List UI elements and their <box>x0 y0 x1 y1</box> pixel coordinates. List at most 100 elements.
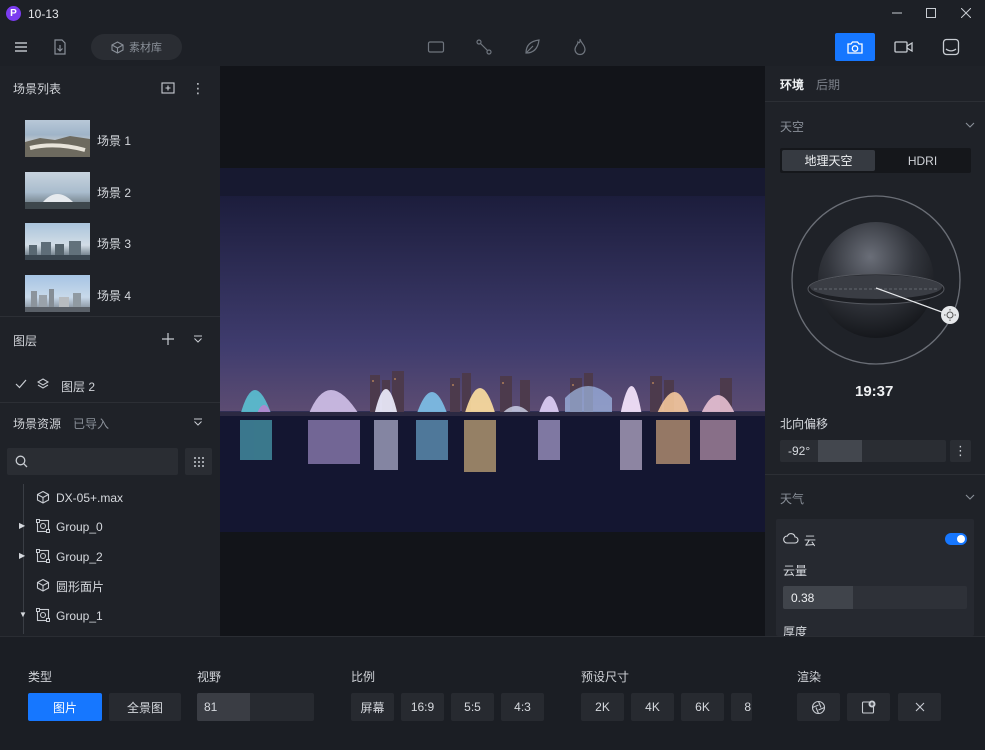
tab-scene-resources[interactable]: 场景资源 <box>13 415 61 432</box>
north-offset-value: -92° <box>788 444 811 458</box>
expand-arrow-icon[interactable]: ▶ <box>19 551 27 561</box>
ratio-5-5-button[interactable]: 5:5 <box>451 693 494 721</box>
fov-label: 视野 <box>197 670 222 684</box>
north-offset-label: 北向偏移 <box>780 417 829 431</box>
divider <box>765 474 985 475</box>
tree-item-label: Group_0 <box>56 520 103 534</box>
menu-icon[interactable] <box>12 38 30 56</box>
scene-thumbnail <box>25 172 90 209</box>
app-logo-icon: P <box>6 6 21 21</box>
grid-view-icon[interactable] <box>185 448 212 475</box>
scene-more-icon[interactable]: ⋮ <box>190 80 206 96</box>
preset-6k-button[interactable]: 6K <box>681 693 724 721</box>
search-icon <box>15 455 28 468</box>
hdri-button[interactable]: HDRI <box>876 150 969 171</box>
tree-item[interactable]: 圆形面片 <box>0 574 220 598</box>
preset-2k-button[interactable]: 2K <box>581 693 624 721</box>
asset-library-label: 素材库 <box>129 42 162 54</box>
cloud-label: 云 <box>804 534 817 548</box>
tree-item[interactable]: ▼ Group_1 <box>0 604 220 628</box>
cloud-toggle[interactable] <box>945 533 967 545</box>
preset-8k-button[interactable]: 8 <box>731 693 752 721</box>
sun-time: 19:37 <box>855 383 894 400</box>
tab-environment[interactable]: 环境 <box>780 76 804 93</box>
layers-stack-icon <box>36 377 50 391</box>
layers-header: 图层 <box>13 334 38 348</box>
sky-type-segment: 地理天空 HDRI <box>780 148 971 173</box>
collapse-arrow-icon[interactable]: ▼ <box>19 610 27 620</box>
tree-item-label: DX-05+.max <box>56 491 124 505</box>
import-file-icon[interactable] <box>50 37 70 57</box>
sky-chevron-down-icon[interactable] <box>963 118 977 132</box>
tab-post[interactable]: 后期 <box>816 76 840 93</box>
camera-icon <box>847 40 863 54</box>
cloud-amount-slider[interactable]: 0.38 <box>783 586 967 609</box>
north-offset-slider[interactable]: -92° <box>780 440 946 462</box>
divider <box>765 101 985 102</box>
cube-icon <box>36 578 50 592</box>
camera-mode-button[interactable] <box>835 33 875 61</box>
render-viewport[interactable] <box>220 66 765 636</box>
expand-arrow-icon[interactable]: ▶ <box>19 521 27 531</box>
asset-library-button[interactable]: 素材库 <box>91 34 182 60</box>
render-close-button[interactable] <box>898 693 941 721</box>
cloud-amount-value: 0.38 <box>791 591 815 605</box>
fov-value: 81 <box>204 700 218 714</box>
resource-search-box[interactable] <box>7 448 178 475</box>
ratio-screen-button[interactable]: 屏幕 <box>351 693 394 721</box>
scene-item[interactable]: 场景 3 <box>0 221 220 265</box>
check-icon[interactable] <box>14 377 28 391</box>
preset-size-label: 预设尺寸 <box>581 670 630 684</box>
tree-item[interactable]: ▶ Group_2 <box>0 545 220 569</box>
maximize-icon[interactable] <box>923 5 939 21</box>
divider <box>0 402 220 403</box>
fire-tool-icon[interactable] <box>570 37 590 57</box>
sun-position-dial[interactable] <box>790 194 962 366</box>
preset-4k-button[interactable]: 4K <box>631 693 674 721</box>
add-scene-icon[interactable] <box>160 80 176 96</box>
tree-item[interactable]: DX-05+.max <box>0 486 220 510</box>
weather-section-header: 天气 <box>780 492 805 506</box>
scene-thumbnail <box>25 223 90 260</box>
scene-item[interactable]: 场景 4 <box>0 273 220 317</box>
video-mode-icon[interactable] <box>892 37 914 57</box>
cube-icon <box>36 490 50 504</box>
fov-slider[interactable]: 81 <box>197 693 314 721</box>
add-layer-icon[interactable] <box>160 331 176 347</box>
layers-collapse-icon[interactable] <box>190 331 206 347</box>
rectangle-tool-icon[interactable] <box>426 38 446 56</box>
scene-label: 场景 2 <box>97 186 132 200</box>
tab-imported[interactable]: 已导入 <box>73 415 109 432</box>
leaf-tool-icon[interactable] <box>522 37 542 57</box>
scene-item[interactable]: 场景 1 <box>0 118 220 162</box>
search-input[interactable] <box>33 452 173 471</box>
main-toolbar: 素材库 <box>0 28 985 66</box>
tree-item[interactable]: ▶ Group_0 <box>0 515 220 539</box>
geo-sky-button[interactable]: 地理天空 <box>782 150 875 171</box>
close-window-icon[interactable] <box>958 5 974 21</box>
scene-label: 场景 1 <box>97 134 132 148</box>
type-panorama-button[interactable]: 全景图 <box>109 693 181 721</box>
tree-item-label: Group_2 <box>56 550 103 564</box>
render-add-button[interactable] <box>847 693 890 721</box>
group-icon <box>36 519 50 533</box>
minimize-icon[interactable] <box>889 5 905 21</box>
path-tool-icon[interactable] <box>474 37 494 57</box>
layer-item[interactable]: 图层 2 <box>0 374 220 396</box>
group-icon <box>36 549 50 563</box>
resources-collapse-icon[interactable] <box>190 414 206 430</box>
render-image <box>220 168 765 532</box>
aperture-icon <box>811 700 826 714</box>
north-offset-more-icon[interactable]: ⋮ <box>950 440 971 462</box>
ratio-4-3-button[interactable]: 4:3 <box>501 693 544 721</box>
ratio-16-9-button[interactable]: 16:9 <box>401 693 444 721</box>
panorama-mode-icon[interactable] <box>940 36 962 58</box>
title-bar: P 10-13 <box>0 0 985 28</box>
ratio-label: 比例 <box>351 670 376 684</box>
scene-label: 场景 3 <box>97 237 132 251</box>
render-aperture-button[interactable] <box>797 693 840 721</box>
cloud-amount-label: 云量 <box>783 564 808 578</box>
weather-chevron-down-icon[interactable] <box>963 490 977 504</box>
scene-item[interactable]: 场景 2 <box>0 170 220 214</box>
type-picture-button[interactable]: 图片 <box>28 693 102 721</box>
